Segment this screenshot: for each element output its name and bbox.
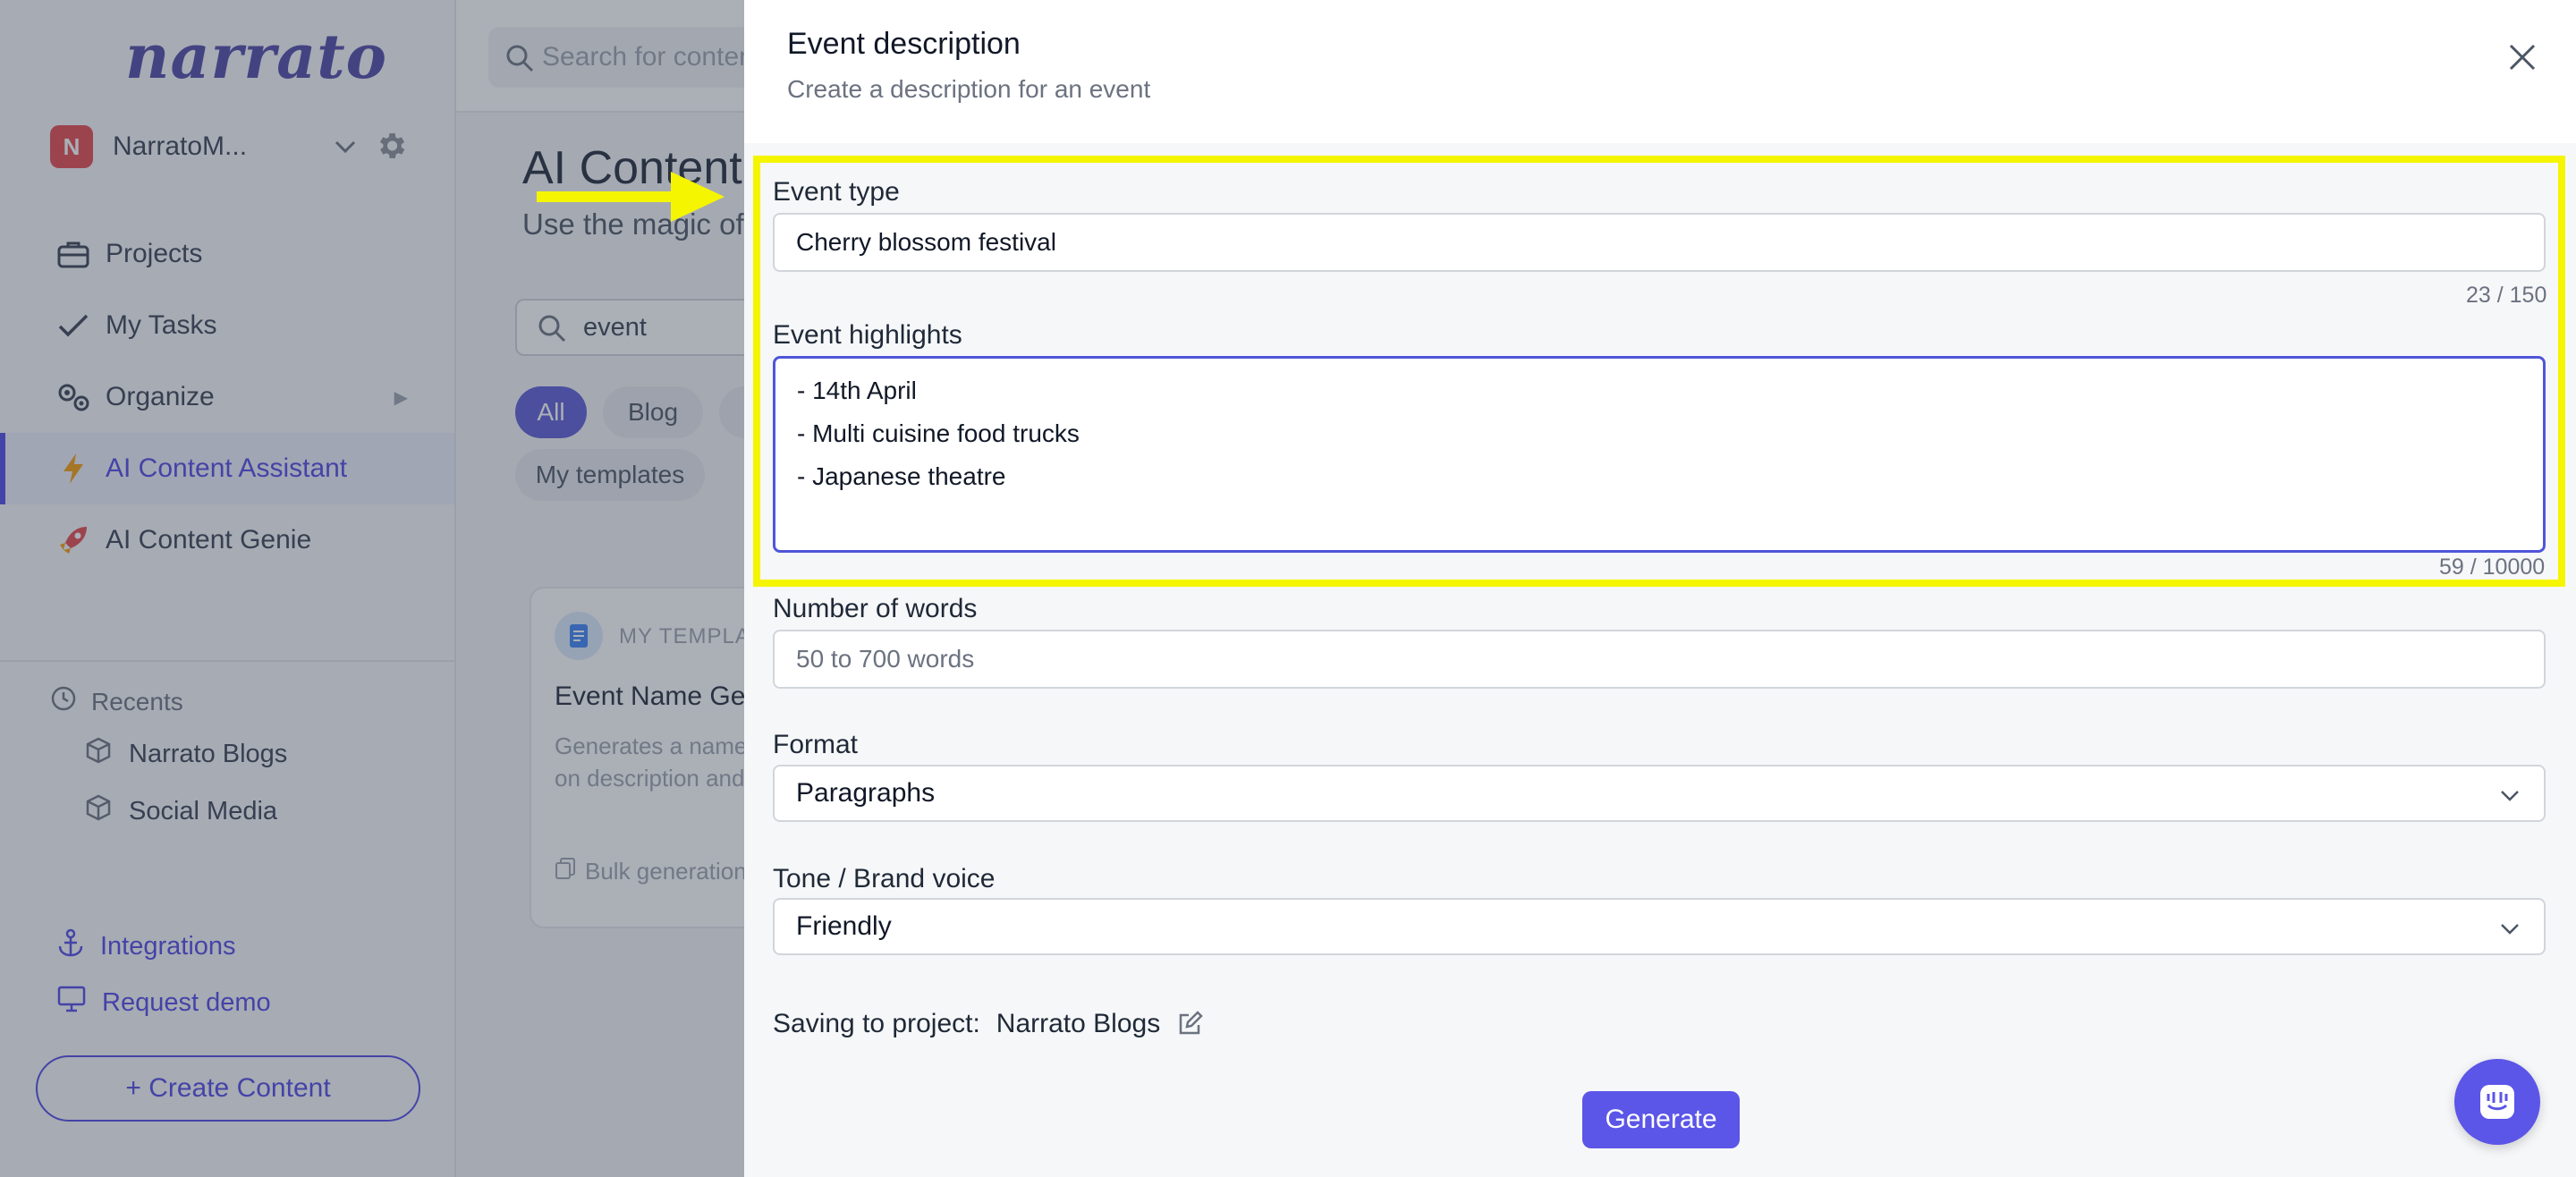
tone-label: Tone / Brand voice	[773, 864, 996, 893]
saving-to-project: Saving to project: Narrato Blogs	[773, 1009, 1203, 1039]
close-button[interactable]	[2501, 36, 2544, 79]
tone-value: Friendly	[796, 911, 892, 941]
drawer-header: Event description Create a description f…	[744, 0, 2576, 143]
number-of-words-label: Number of words	[773, 594, 978, 623]
tone-select[interactable]: Friendly	[773, 898, 2546, 955]
event-description-drawer: Event description Create a description f…	[744, 0, 2576, 1177]
format-label: Format	[773, 730, 859, 759]
event-highlights-counter: 59 / 10000	[2439, 555, 2546, 580]
event-highlights-textarea[interactable]: - 14th April - Multi cuisine food trucks…	[773, 356, 2546, 553]
event-type-input[interactable]	[773, 213, 2546, 272]
chevron-down-icon	[2501, 791, 2519, 801]
drawer-subtitle: Create a description for an event	[787, 75, 1151, 103]
number-of-words-input[interactable]	[773, 630, 2546, 689]
chevron-down-icon	[2501, 924, 2519, 935]
close-icon	[2509, 44, 2536, 71]
project-name: Narrato Blogs	[996, 1009, 1161, 1038]
saving-label: Saving to project:	[773, 1009, 980, 1038]
edit-project-icon[interactable]	[1176, 1011, 1203, 1037]
chat-icon	[2480, 1085, 2514, 1119]
format-select[interactable]: Paragraphs	[773, 765, 2546, 822]
event-type-label: Event type	[773, 177, 900, 207]
format-value: Paragraphs	[796, 778, 936, 808]
modal-backdrop[interactable]	[0, 0, 744, 1177]
drawer-title: Event description	[787, 27, 1021, 61]
generate-button[interactable]: Generate	[1582, 1091, 1740, 1148]
event-highlights-label: Event highlights	[773, 320, 962, 350]
chat-support-button[interactable]	[2454, 1059, 2540, 1145]
event-type-counter: 23 / 150	[2466, 283, 2547, 308]
